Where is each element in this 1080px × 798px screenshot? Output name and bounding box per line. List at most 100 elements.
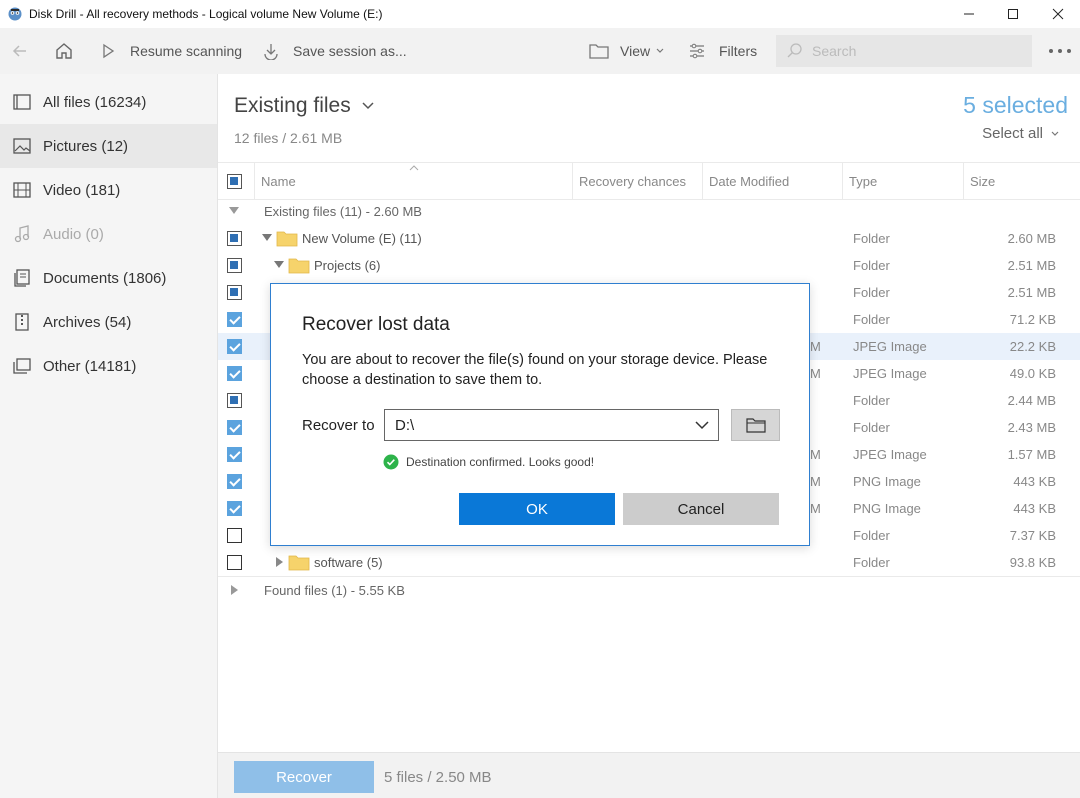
folder-icon [288, 258, 310, 274]
sidebar-item-video[interactable]: Video (181) [0, 168, 217, 212]
download-icon [264, 44, 278, 60]
more-options-button[interactable] [1048, 28, 1072, 74]
table-header: Name Recovery chances Date Modified Type… [218, 162, 1080, 200]
filters-button[interactable]: Filters [688, 28, 757, 74]
disk-drill-logo-icon [8, 7, 22, 21]
home-icon [56, 43, 72, 59]
chevron-down-icon [362, 102, 374, 110]
page-title: Existing files [234, 94, 351, 117]
cancel-button[interactable]: Cancel [623, 493, 779, 525]
row-checkbox[interactable] [227, 312, 242, 327]
existing-files-dropdown[interactable]: Existing files [234, 94, 375, 118]
sidebar-item-audio[interactable]: Audio (0) [0, 212, 217, 256]
close-icon [1052, 8, 1064, 20]
chevron-down-icon [1051, 131, 1059, 136]
column-name[interactable]: Name [254, 163, 572, 199]
row-size: 2.51 MB [1007, 285, 1056, 300]
row-checkbox[interactable] [227, 501, 242, 516]
group-existing-files[interactable]: Existing files (11) - 2.60 MB [218, 198, 1080, 225]
more-dots-icon [1049, 49, 1071, 53]
destination-select[interactable]: D:\ [384, 409, 719, 441]
checkbox-checked [227, 339, 242, 354]
group-found-files[interactable]: Found files (1) - 5.55 KB [218, 576, 1080, 603]
checkbox-checked [227, 474, 242, 489]
row-type: Folder [853, 285, 890, 300]
ok-button[interactable]: OK [459, 493, 615, 525]
row-type: PNG Image [853, 474, 921, 489]
dialog-title: Recover lost data [302, 314, 450, 335]
maximize-button[interactable] [990, 0, 1036, 28]
sort-up-icon [409, 165, 419, 171]
home-button[interactable] [54, 28, 74, 74]
recover-button[interactable]: Recover [234, 761, 374, 793]
checkbox-partial [227, 231, 242, 246]
select-all-dropdown[interactable]: Select all [982, 125, 1060, 142]
table-row[interactable]: New Volume (E) (11) Folder 2.60 MB [218, 225, 1080, 252]
select-all-checkbox[interactable] [227, 174, 242, 189]
sidebar-item-archives[interactable]: Archives (54) [0, 300, 217, 344]
other-icon [13, 357, 31, 375]
column-date-modified[interactable]: Date Modified [702, 163, 842, 199]
row-type: Folder [853, 555, 890, 570]
row-checkbox[interactable] [227, 447, 242, 462]
row-checkbox[interactable] [227, 339, 242, 354]
checkbox-checked [227, 501, 242, 516]
row-type: Folder [853, 420, 890, 435]
confirmation-text: Destination confirmed. Looks good! [406, 455, 595, 469]
row-date-fragment: M [810, 366, 821, 381]
close-button[interactable] [1035, 0, 1080, 28]
search-box[interactable] [776, 35, 1032, 67]
recover-dialog: Recover lost data You are about to recov… [270, 283, 810, 546]
group-existing-label: Existing files (11) - 2.60 MB [264, 204, 422, 219]
back-button[interactable] [10, 28, 30, 74]
row-date-fragment: M [810, 474, 821, 489]
checkbox-partial [227, 174, 242, 189]
row-checkbox[interactable] [227, 420, 242, 435]
column-recovery-chances[interactable]: Recovery chances [572, 163, 702, 199]
row-size: 7.37 KB [1009, 528, 1056, 543]
column-type[interactable]: Type [842, 163, 963, 199]
checkbox-checked [227, 312, 242, 327]
row-checkbox[interactable] [227, 366, 242, 381]
search-input[interactable] [812, 43, 1012, 59]
row-checkbox[interactable] [227, 231, 242, 246]
window-title: Disk Drill - All recovery methods - Logi… [29, 7, 383, 21]
column-recovery-label: Recovery chances [579, 173, 686, 189]
select-all-label: Select all [982, 125, 1043, 142]
row-checkbox[interactable] [227, 555, 242, 570]
row-type: Folder [853, 231, 890, 246]
row-size: 2.51 MB [1007, 258, 1056, 273]
column-size[interactable]: Size [963, 163, 1080, 199]
dialog-message: You are about to recover the file(s) fou… [302, 352, 768, 388]
row-checkbox[interactable] [227, 285, 242, 300]
sidebar-item-documents[interactable]: Documents (1806) [0, 256, 217, 300]
folder-view-icon [589, 44, 609, 59]
column-name-label: Name [261, 173, 296, 189]
row-checkbox[interactable] [227, 258, 242, 273]
all-files-icon [13, 93, 31, 111]
table-row[interactable]: software (5) Folder 93.8 KB [218, 549, 1080, 576]
filters-icon [690, 43, 704, 59]
checkbox-checked [227, 366, 242, 381]
browse-folder-button[interactable] [731, 409, 780, 441]
row-checkbox[interactable] [227, 474, 242, 489]
view-dropdown[interactable]: View [589, 28, 665, 74]
row-type: JPEG Image [853, 366, 927, 381]
folder-icon [288, 555, 310, 571]
folder-icon [745, 418, 766, 433]
row-name: New Volume (E) (11) [302, 231, 422, 246]
row-checkbox[interactable] [227, 393, 242, 408]
sidebar-item-label: Archives (54) [43, 313, 132, 331]
maximize-icon [1008, 9, 1018, 19]
video-icon [13, 181, 31, 199]
sidebar-item-all-files[interactable]: All files (16234) [0, 80, 217, 124]
table-row[interactable]: Projects (6) Folder 2.51 MB [218, 252, 1080, 279]
save-session-button[interactable]: Save session as... [262, 28, 407, 74]
title-bar: Disk Drill - All recovery methods - Logi… [0, 0, 1080, 28]
column-size-label: Size [970, 173, 996, 189]
resume-scanning-button[interactable]: Resume scanning [100, 28, 242, 74]
row-checkbox[interactable] [227, 528, 242, 543]
sidebar-item-other[interactable]: Other (14181) [0, 344, 217, 388]
sidebar-item-pictures[interactable]: Pictures (12) [0, 124, 217, 168]
minimize-button[interactable] [946, 0, 992, 28]
